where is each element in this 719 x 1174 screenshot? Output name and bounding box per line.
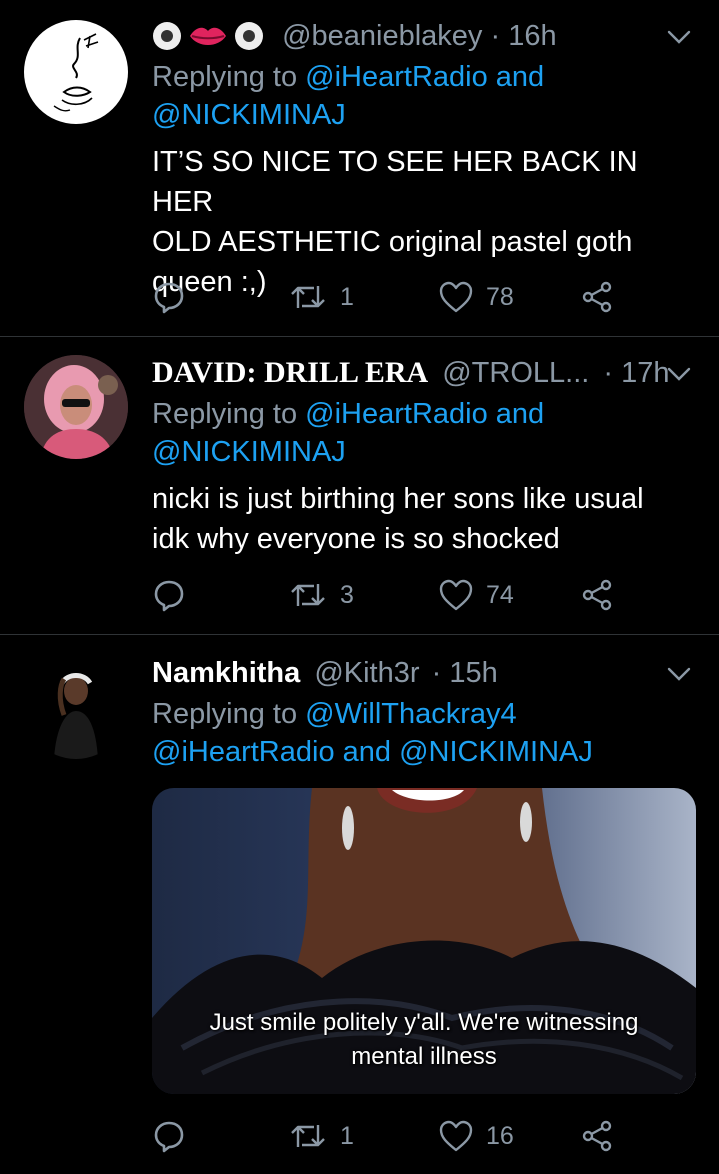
tweet-actions: 3 74 <box>152 575 622 615</box>
share-button[interactable] <box>580 277 614 317</box>
share-icon <box>582 281 612 313</box>
replying-to: Replying to @iHeartRadio and @NICKIMINAJ <box>152 395 544 471</box>
retweet-button[interactable]: 1 <box>288 277 354 317</box>
display-name-emojis[interactable] <box>152 21 264 51</box>
chevron-down-icon[interactable] <box>665 353 693 393</box>
reply-button[interactable] <box>152 1116 186 1156</box>
tweet-text-line: IT’S SO NICE TO SEE HER BACK IN HER <box>152 146 638 218</box>
share-button[interactable] <box>580 1116 614 1156</box>
tweet-media-image[interactable]: Just smile politely y'all. We're witness… <box>152 788 696 1094</box>
share-icon <box>582 579 612 611</box>
retweet-count: 1 <box>340 282 354 311</box>
tweet-actions: 1 16 <box>152 1116 622 1156</box>
user-handle[interactable]: @beanieblakey <box>282 20 482 52</box>
chevron-down-icon[interactable] <box>665 653 693 693</box>
mention-link[interactable]: @NICKIMINAJ <box>152 96 544 134</box>
meme-caption-line: Just smile politely y'all. We're witness… <box>209 1009 639 1036</box>
mention-link[interactable]: @NICKIMINAJ <box>152 433 544 471</box>
like-count: 74 <box>486 580 514 609</box>
reply-icon <box>154 282 184 314</box>
replying-to-label: Replying to <box>152 61 298 93</box>
retweet-icon <box>291 1125 325 1147</box>
reply-button[interactable] <box>152 575 186 615</box>
retweet-button[interactable]: 1 <box>288 1116 354 1156</box>
tweet-text-line: OLD AESTHETIC original pastel goth <box>152 226 633 258</box>
heart-icon <box>439 579 473 611</box>
reply-icon <box>154 580 184 612</box>
reply-button[interactable] <box>152 277 186 317</box>
like-count: 16 <box>486 1121 514 1150</box>
tweet-header: Namkhitha @Kith3r · 15h <box>152 653 689 693</box>
tweet-time[interactable]: 16h <box>508 20 556 52</box>
mention-link[interactable]: @iHeartRadio and <box>305 61 544 93</box>
reply-icon <box>154 1121 184 1153</box>
lips-emoji <box>190 27 226 45</box>
tweet-header: DAVID: DRILL ERA @TROLL... · 17h <box>152 353 689 393</box>
tweet-actions: 1 78 <box>152 277 622 317</box>
replying-to-label: Replying to <box>152 698 298 730</box>
retweet-count: 1 <box>340 1121 354 1150</box>
mention-link[interactable]: @iHeartRadio and <box>305 398 544 430</box>
profile-photo-icon <box>24 355 128 459</box>
separator-dot: · <box>603 357 614 389</box>
retweet-button[interactable]: 3 <box>288 575 354 615</box>
replying-to: Replying to @WillThackray4 @iHeartRadio … <box>152 695 593 771</box>
tweet-header: @beanieblakey · 16h <box>152 16 689 56</box>
tweet-text-line: idk why everyone is so shocked <box>152 523 560 555</box>
tweet-text: nicki is just birthing her sons like usu… <box>152 479 692 559</box>
display-name[interactable]: DAVID: DRILL ERA <box>152 356 428 389</box>
replying-to: Replying to @iHeartRadio and @NICKIMINAJ <box>152 58 544 134</box>
display-name[interactable]: Namkhitha <box>152 657 300 689</box>
tweet-time[interactable]: 15h <box>449 657 497 689</box>
profile-photo-icon <box>24 655 128 759</box>
eye-emoji <box>235 22 263 50</box>
retweet-count: 3 <box>340 580 354 609</box>
avatar[interactable] <box>24 20 128 124</box>
mention-link[interactable]: @iHeartRadio and @NICKIMINAJ <box>152 733 593 771</box>
like-button[interactable]: 74 <box>438 575 514 615</box>
share-button[interactable] <box>580 575 614 615</box>
user-handle[interactable]: @TROLL... <box>442 357 589 389</box>
heart-icon <box>439 281 473 313</box>
line-art-face-icon <box>53 33 99 112</box>
chevron-down-icon[interactable] <box>665 16 693 56</box>
share-icon <box>582 1120 612 1152</box>
like-count: 78 <box>486 282 514 311</box>
like-button[interactable]: 78 <box>438 277 514 317</box>
replying-to-label: Replying to <box>152 398 298 430</box>
avatar[interactable] <box>24 355 128 459</box>
meme-caption: Just smile politely y'all. We're witness… <box>152 1006 696 1074</box>
user-handle[interactable]: @Kith3r <box>314 657 419 689</box>
separator-dot: · <box>490 20 501 52</box>
retweet-icon <box>291 584 325 606</box>
eye-emoji <box>153 22 181 50</box>
tweet-text-line: nicki is just birthing her sons like usu… <box>152 483 644 515</box>
avatar[interactable] <box>24 655 128 759</box>
mention-link[interactable]: @WillThackray4 <box>305 698 517 730</box>
tweet[interactable]: @beanieblakey · 16h Replying to @iHeartR… <box>0 0 719 336</box>
meme-caption-line: mental illness <box>351 1043 497 1070</box>
tweet-time[interactable]: 17h <box>621 357 669 389</box>
retweet-icon <box>291 286 325 308</box>
like-button[interactable]: 16 <box>438 1116 514 1156</box>
tweet[interactable]: DAVID: DRILL ERA @TROLL... · 17h Replyin… <box>0 337 719 634</box>
heart-icon <box>439 1120 473 1152</box>
separator-dot: · <box>431 657 442 689</box>
